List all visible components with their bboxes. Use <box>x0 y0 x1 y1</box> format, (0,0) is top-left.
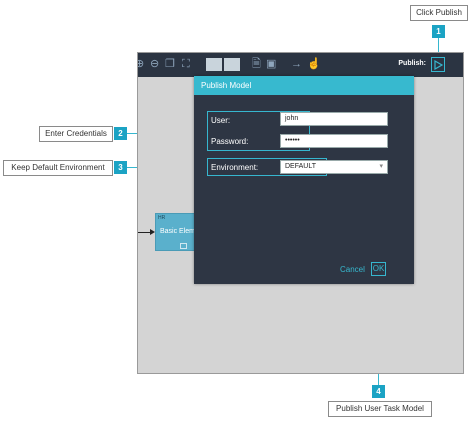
environment-label: Environment: <box>211 163 259 172</box>
tile-view-icon[interactable] <box>224 58 240 71</box>
node-expand-icon <box>180 243 187 249</box>
callout-badge-1: 1 <box>432 25 445 38</box>
callout-click-publish: Click Publish <box>410 5 468 21</box>
canvas-node[interactable]: HR Basic Elem <box>155 213 195 251</box>
password-input[interactable]: •••••• <box>280 134 388 148</box>
zoom-out-icon[interactable]: ⊖ <box>150 57 159 71</box>
callout-default-environment: Keep Default Environment <box>3 160 113 176</box>
callout-enter-credentials: Enter Credentials <box>39 126 113 142</box>
callout-badge-4: 4 <box>372 385 385 398</box>
ok-label: OK <box>372 264 385 273</box>
publish-label: Publish: <box>398 60 426 67</box>
grid-view-icon[interactable] <box>206 58 222 71</box>
user-label: User: <box>211 116 231 125</box>
fit-icon[interactable]: ❐ <box>165 57 175 71</box>
play-icon <box>434 60 443 70</box>
callout-publish-user-task-model: Publish User Task Model <box>328 401 432 417</box>
hand-icon[interactable]: ☝ <box>307 57 321 71</box>
toolbar: ⊕ ⊖ ❐ ⛶ 🗎 ▣ → ☝ Publish: <box>138 53 463 77</box>
zoom-in-icon[interactable]: ⊕ <box>138 57 144 71</box>
chevron-down-icon: ▾ <box>379 163 383 170</box>
callout-badge-2: 2 <box>114 127 127 140</box>
publish-button[interactable] <box>431 57 445 72</box>
environment-select[interactable]: DEFAULT ▾ <box>280 160 388 174</box>
callout-text: Click Publish <box>416 8 462 17</box>
arrow-icon[interactable]: → <box>291 57 302 71</box>
dialog-title: Publish Model <box>194 76 414 95</box>
node-tag: HR <box>158 215 166 221</box>
password-label: Password: <box>211 137 249 146</box>
callout-text: Publish User Task Model <box>336 404 424 413</box>
environment-value: DEFAULT <box>285 163 316 170</box>
fullscreen-icon[interactable]: ⛶ <box>182 57 190 71</box>
image-icon[interactable]: ▣ <box>266 57 276 71</box>
user-input[interactable]: john <box>280 112 388 126</box>
callout-text: Enter Credentials <box>45 129 107 138</box>
ok-button[interactable]: OK <box>371 262 386 276</box>
callout-badge-3: 3 <box>114 161 127 174</box>
node-label: Basic Elem <box>160 228 196 235</box>
publish-model-dialog: Publish Model User: john Password: •••••… <box>194 76 414 284</box>
document-icon[interactable]: 🗎 <box>252 57 261 71</box>
callout-text: Keep Default Environment <box>11 163 105 172</box>
cancel-button[interactable]: Cancel <box>340 265 365 274</box>
